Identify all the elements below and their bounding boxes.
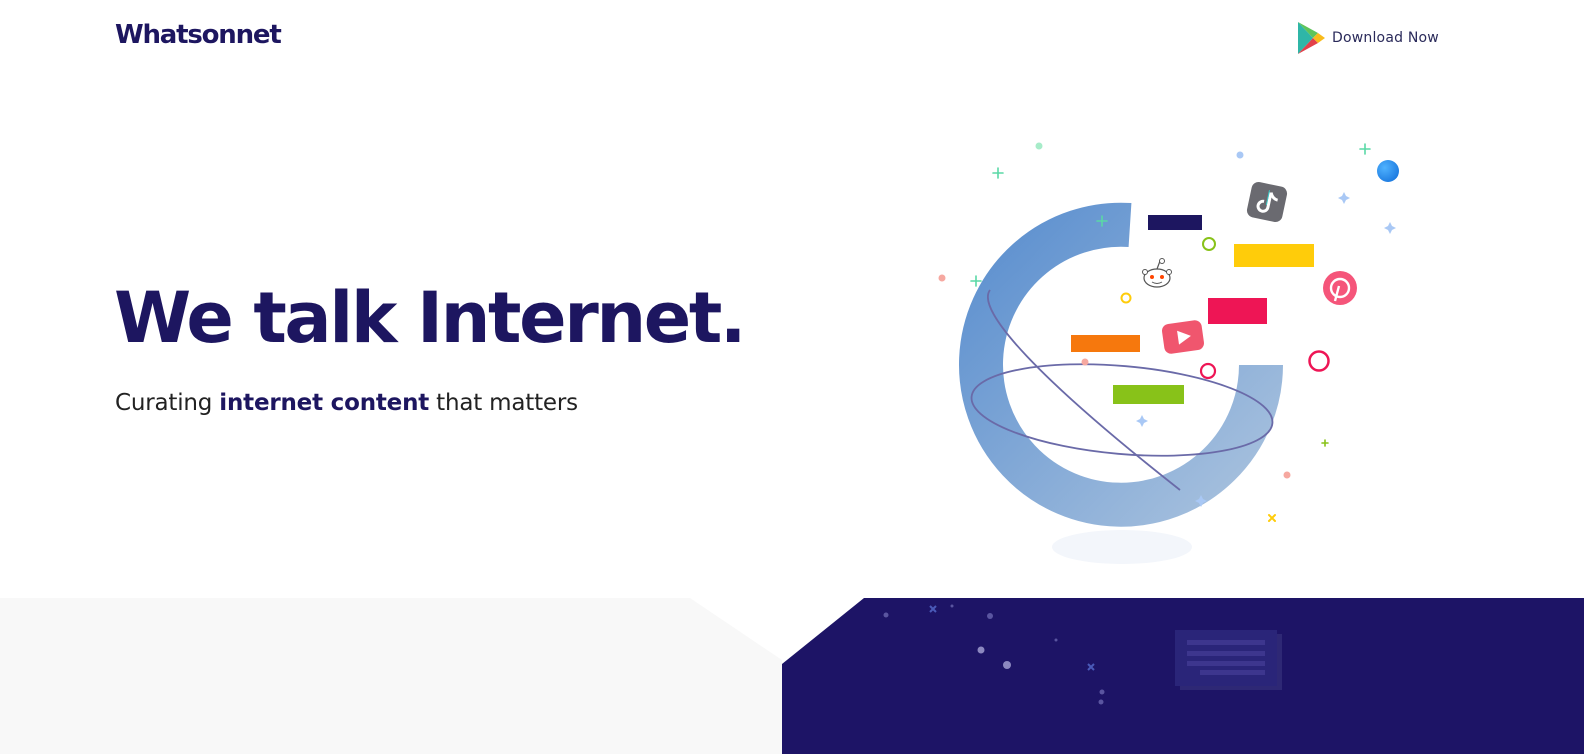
- plus: [992, 167, 1004, 179]
- logo[interactable]: Whatsonnet: [115, 20, 282, 50]
- bottom-section: [0, 598, 1584, 754]
- hero-subtitle-suffix: that matters: [429, 390, 578, 416]
- dot: [1236, 151, 1244, 159]
- bottom-gray-band: [0, 598, 782, 754]
- star-dot: [987, 613, 993, 619]
- ring-green: [1202, 237, 1216, 251]
- star-dot: [1098, 699, 1104, 705]
- reddit-icon: [1142, 258, 1172, 288]
- hero-subtitle: Curating internet content that matters: [115, 390, 578, 416]
- sparkle: [1384, 222, 1396, 234]
- youtube-icon: [1162, 320, 1204, 354]
- download-now-label: Download Now: [1332, 30, 1439, 46]
- ring-red-large: [1308, 350, 1330, 372]
- plus: [1359, 143, 1371, 155]
- star-dot: [1099, 689, 1105, 695]
- star-dot: [950, 604, 954, 608]
- landing-page: Whatsonnet Download Now We talk Internet…: [0, 0, 1584, 754]
- hero-subtitle-emphasis: internet content: [219, 390, 430, 416]
- dot: [1081, 358, 1089, 366]
- dot: [1283, 471, 1291, 479]
- ring-yellow: [1120, 292, 1132, 304]
- bar-red: [1208, 298, 1267, 324]
- bar-orange: [1071, 335, 1140, 352]
- google-play-icon: [1296, 21, 1326, 55]
- hero-title: We talk Internet.: [114, 277, 746, 359]
- document-card-graphic: [1175, 630, 1282, 690]
- sparkle: [1136, 415, 1148, 427]
- sparkle: [1268, 514, 1276, 522]
- star-dot: [977, 646, 985, 654]
- pinterest-icon: [1323, 271, 1357, 305]
- bar-yellow: [1234, 244, 1314, 267]
- dot: [938, 274, 946, 282]
- star-dot: [1003, 661, 1011, 669]
- hero-subtitle-prefix: Curating: [115, 390, 220, 416]
- plus: [1321, 439, 1329, 447]
- star-dot: [1054, 638, 1058, 642]
- bar-navy: [1148, 215, 1202, 230]
- ring-arc: [959, 202, 1283, 527]
- ring-shadow: [1052, 530, 1192, 564]
- sparkle: [1338, 192, 1350, 204]
- star-dot: [883, 612, 889, 618]
- ring-red-small: [1199, 362, 1217, 380]
- plus: [970, 275, 982, 287]
- download-now-button[interactable]: Download Now: [1296, 20, 1439, 56]
- hero-illustration: [930, 130, 1410, 580]
- tiktok-icon: [1246, 181, 1288, 223]
- blue-ball: [1377, 160, 1399, 182]
- dot: [1035, 142, 1043, 150]
- bar-green: [1113, 385, 1184, 404]
